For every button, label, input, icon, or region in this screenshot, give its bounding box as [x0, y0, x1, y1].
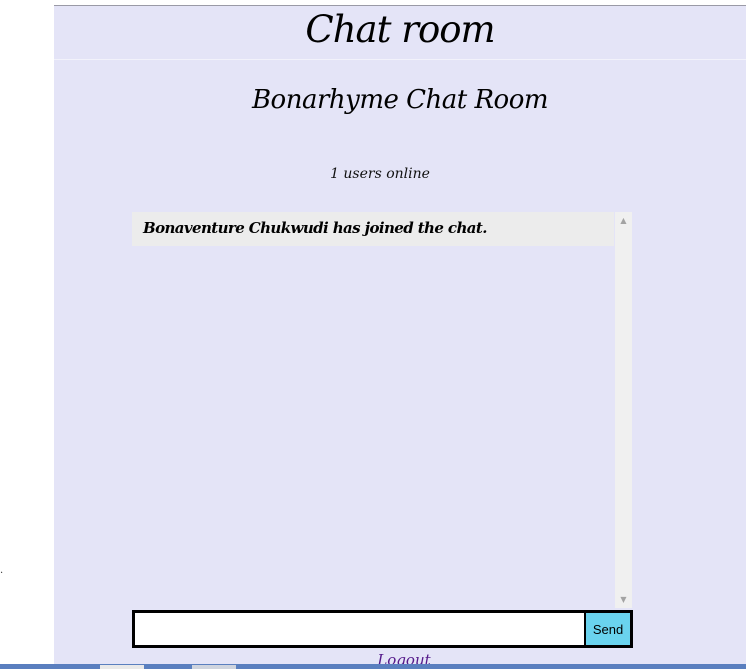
scrollbar[interactable]: ▲ ▼ [615, 212, 632, 608]
message-list: Bonaventure Chukwudi has joined the chat… [132, 212, 614, 608]
room-title: Bonarhyme Chat Room [251, 85, 549, 115]
page-title: Chat room [305, 8, 495, 51]
scroll-down-icon[interactable]: ▼ [615, 591, 632, 608]
scroll-up-icon[interactable]: ▲ [615, 212, 632, 229]
message-item: Bonaventure Chukwudi has joined the chat… [132, 212, 614, 246]
message-composer: Send [132, 610, 633, 648]
chat-message-area[interactable]: Bonaventure Chukwudi has joined the chat… [131, 211, 633, 609]
chat-page: Chat room Bonarhyme Chat Room 1 users on… [54, 5, 746, 669]
taskbar-tab[interactable] [100, 665, 144, 669]
message-input[interactable] [135, 613, 584, 645]
send-button[interactable]: Send [584, 613, 630, 645]
taskbar-tab[interactable] [192, 665, 236, 669]
stray-dot: . [0, 565, 4, 576]
online-count: 1 users online [330, 166, 430, 182]
bottom-strip [0, 664, 746, 669]
page-header: Chat room [54, 6, 746, 60]
